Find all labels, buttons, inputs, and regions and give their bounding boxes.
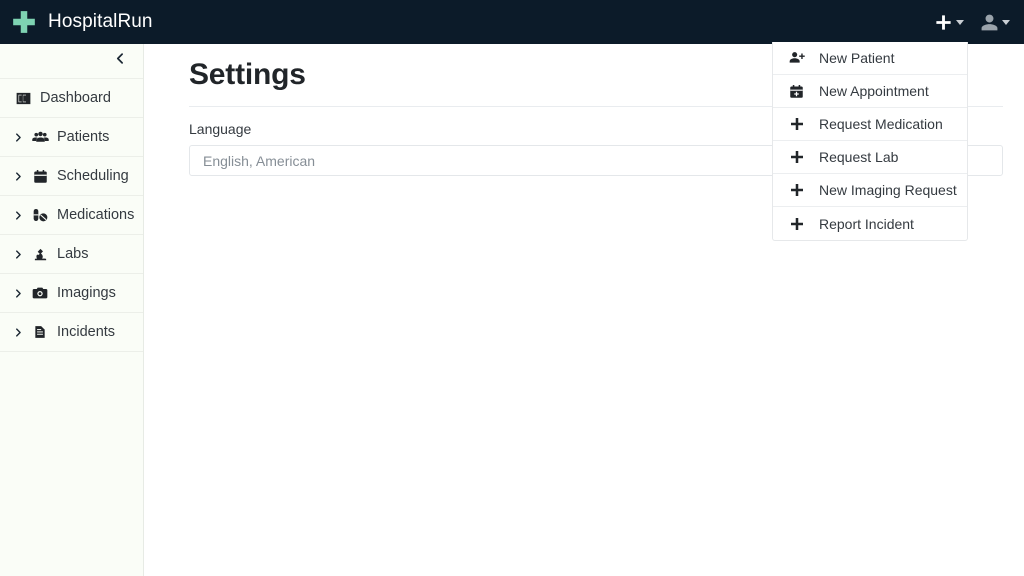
menu-item-report-incident[interactable]: Report Incident (773, 207, 967, 240)
sidebar-item-medications[interactable]: Medications (0, 196, 143, 235)
user-icon (980, 13, 999, 32)
sidebar-item-dashboard[interactable]: Dashboard (0, 79, 143, 118)
chevron-right-icon (13, 210, 23, 221)
brand-title: HospitalRun (48, 11, 153, 32)
menu-item-label: Request Medication (819, 116, 943, 132)
sidebar-item-label: Dashboard (40, 90, 111, 106)
pills-icon (31, 207, 49, 223)
menu-item-new-patient[interactable]: New Patient (773, 42, 967, 75)
sidebar-item-scheduling[interactable]: Scheduling (0, 157, 143, 196)
camera-icon (31, 285, 49, 301)
add-new-button[interactable] (934, 13, 964, 32)
file-document-icon (31, 325, 49, 339)
menu-item-request-medication[interactable]: Request Medication (773, 108, 967, 141)
sidebar-item-label: Imagings (57, 285, 116, 301)
sidebar: Dashboard Patients Scheduling Medication… (0, 44, 144, 576)
sidebar-item-label: Patients (57, 129, 110, 145)
plus-icon (789, 149, 819, 165)
users-icon (31, 129, 49, 146)
user-plus-icon (789, 50, 819, 66)
menu-item-label: Request Lab (819, 149, 899, 165)
sidebar-item-imagings[interactable]: Imagings (0, 274, 143, 313)
chevron-right-icon (13, 288, 23, 299)
sidebar-item-labs[interactable]: Labs (0, 235, 143, 274)
menu-item-new-appointment[interactable]: New Appointment (773, 75, 967, 108)
app-root: HospitalRun Dashboard Patients Schedulin… (0, 0, 1024, 576)
chevron-right-icon (13, 249, 23, 260)
menu-item-request-lab[interactable]: Request Lab (773, 141, 967, 174)
sidebar-item-incidents[interactable]: Incidents (0, 313, 143, 352)
sidebar-item-label: Incidents (57, 324, 116, 340)
plus-icon (934, 13, 953, 32)
calendar-icon (31, 169, 49, 184)
plus-icon (789, 216, 819, 232)
navbar-actions (934, 13, 1024, 32)
menu-item-label: New Patient (819, 50, 895, 66)
chevron-right-icon (13, 327, 23, 338)
chevron-left-icon (114, 52, 127, 70)
calendar-plus-icon (789, 84, 819, 99)
medical-cross-icon (11, 9, 37, 35)
chevron-right-icon (13, 132, 23, 143)
sidebar-item-label: Labs (57, 246, 89, 262)
account-button[interactable] (980, 13, 1010, 32)
menu-item-label: Report Incident (819, 215, 914, 232)
brand-link[interactable]: HospitalRun (0, 9, 153, 35)
menu-item-label: New Imaging Request (819, 182, 957, 198)
plus-icon (789, 182, 819, 198)
sidebar-collapse-button[interactable] (0, 44, 143, 79)
top-navbar: HospitalRun (0, 0, 1024, 44)
sidebar-item-patients[interactable]: Patients (0, 118, 143, 157)
chevron-down-icon (956, 19, 964, 25)
plus-icon (789, 116, 819, 132)
dashboard-columns-icon (14, 91, 32, 106)
menu-item-label: New Appointment (819, 83, 929, 99)
sidebar-item-label: Scheduling (57, 168, 129, 184)
new-item-dropdown-menu: New Patient New Appointment Request Medi… (772, 42, 968, 241)
menu-item-new-imaging-request[interactable]: New Imaging Request (773, 174, 967, 207)
sidebar-item-label: Medications (57, 207, 135, 223)
chevron-down-icon (1002, 19, 1010, 25)
chevron-right-icon (13, 171, 23, 182)
microscope-icon (31, 247, 49, 262)
language-select-value: English, American (203, 152, 316, 169)
